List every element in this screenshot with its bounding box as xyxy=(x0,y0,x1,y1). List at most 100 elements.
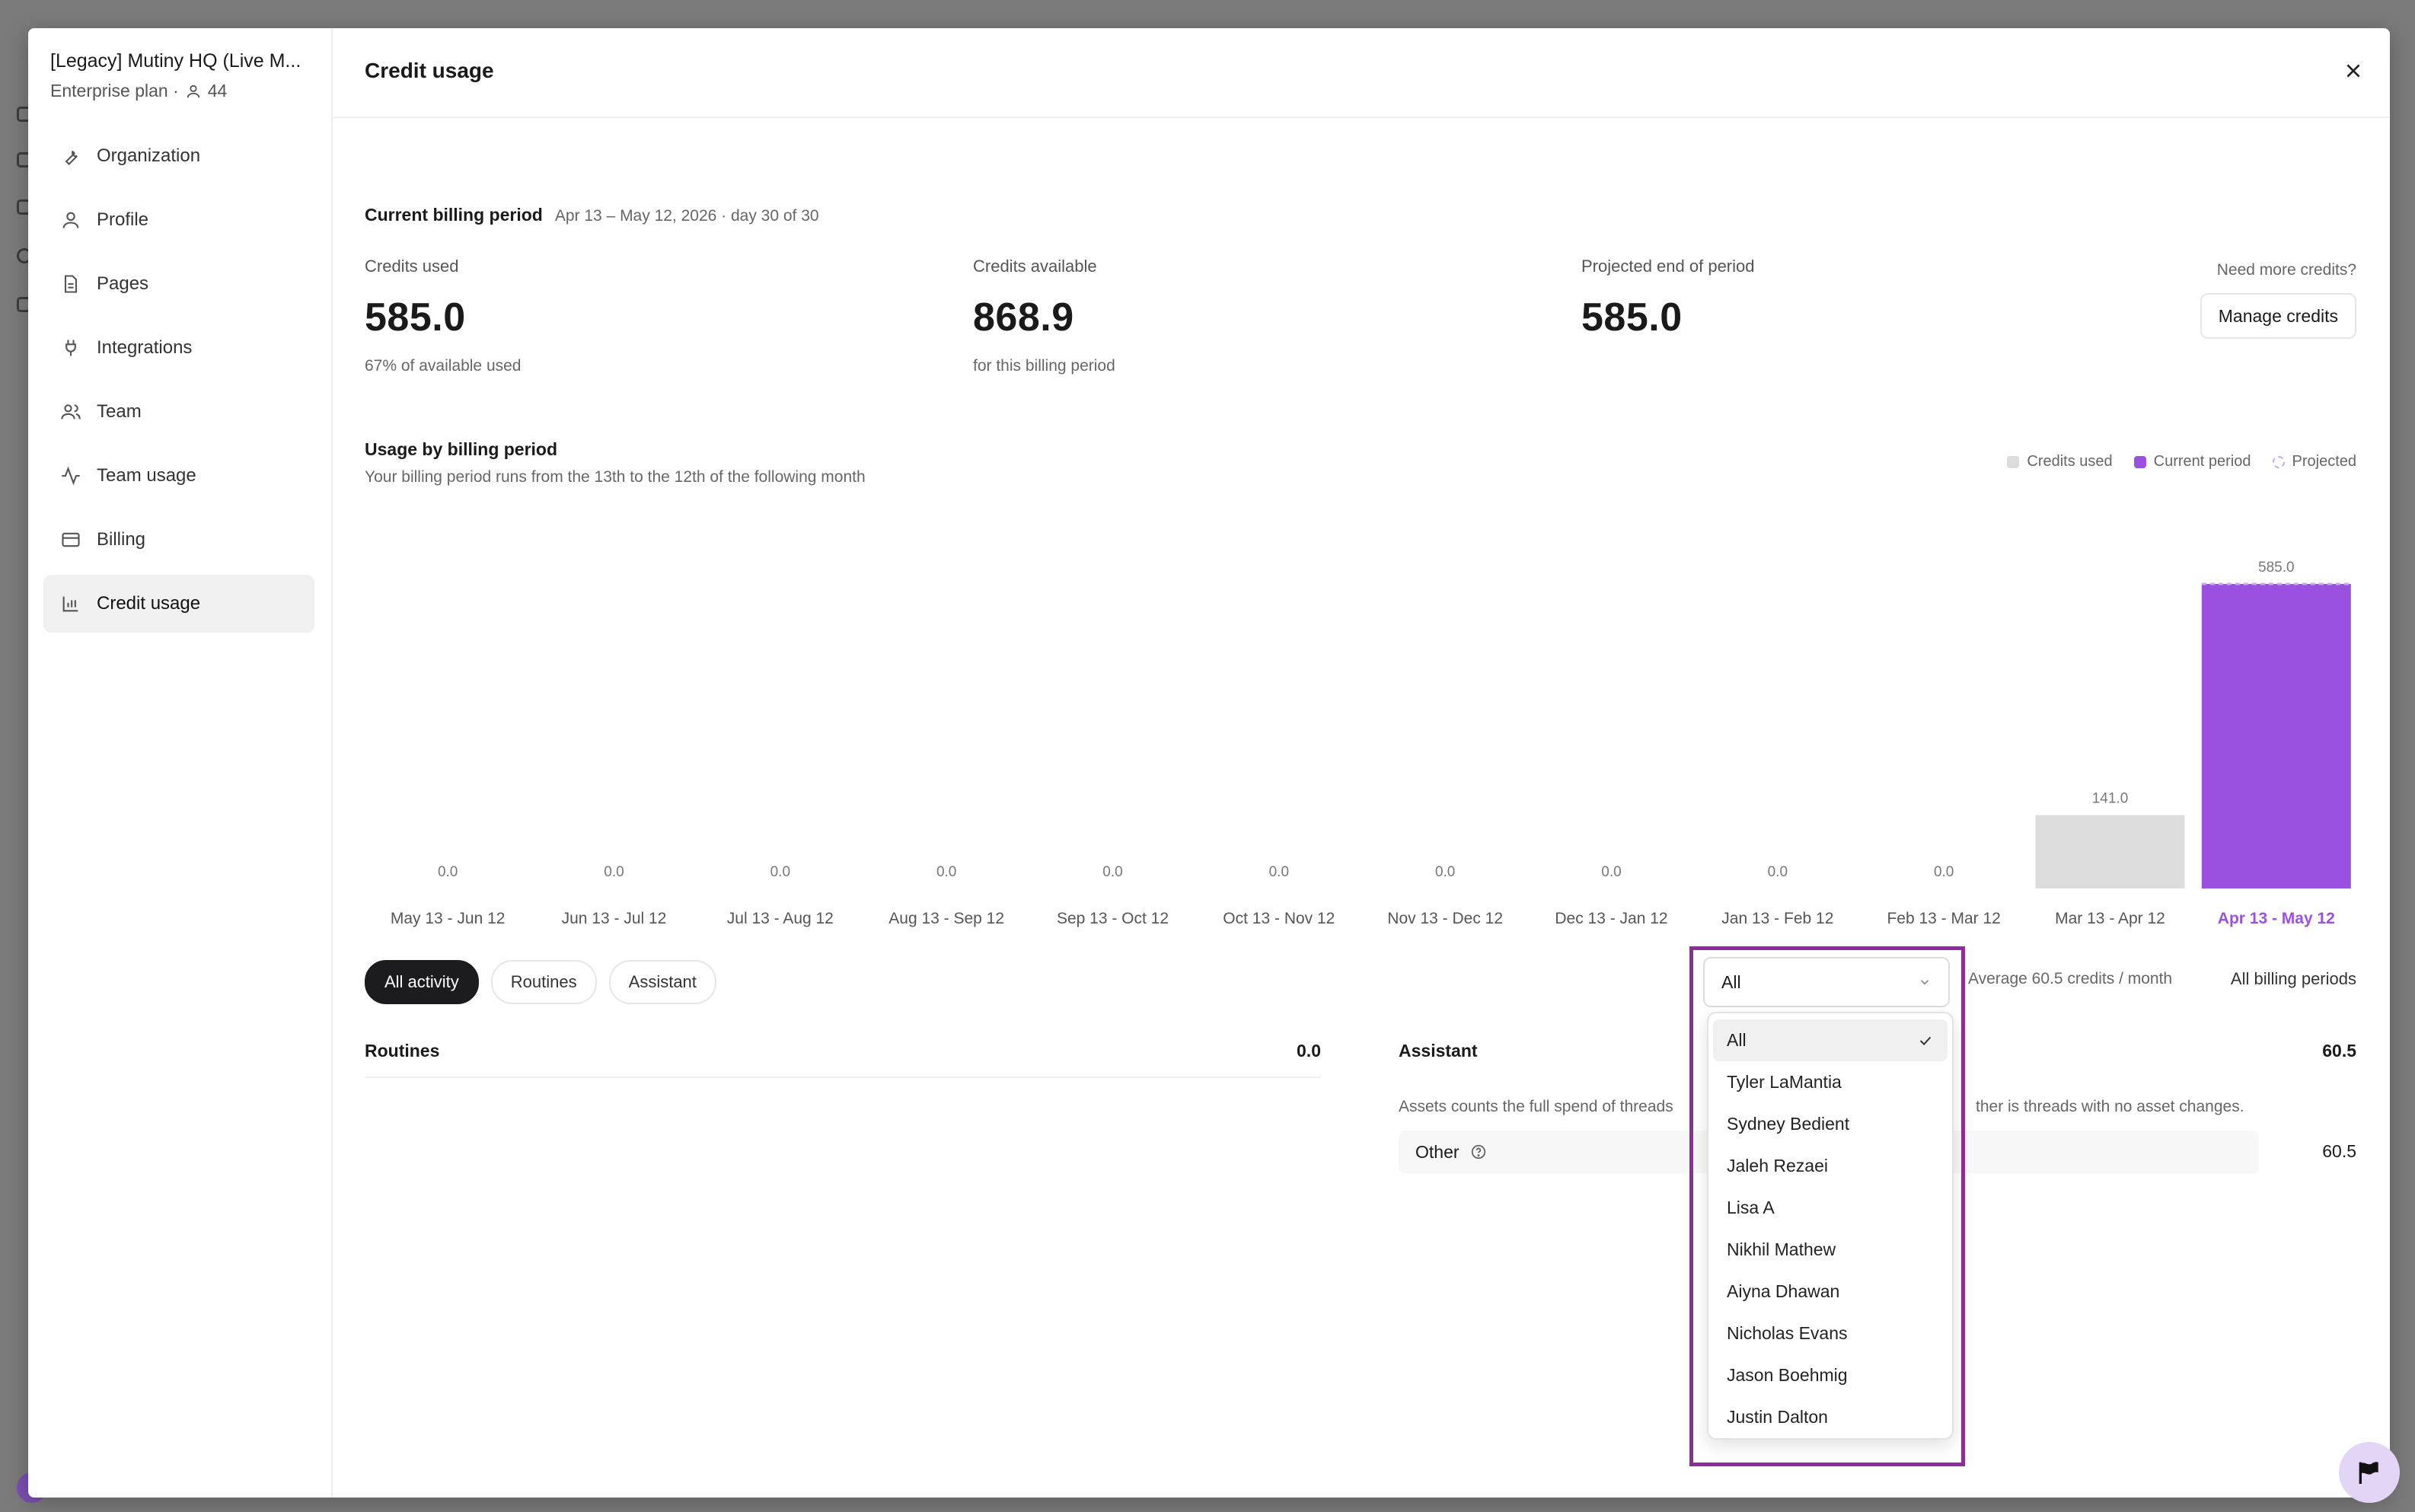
dropdown-option[interactable]: Sydney Bedient xyxy=(1713,1103,1948,1145)
value-label: 0.0 xyxy=(438,864,458,880)
sidebar-item-profile[interactable]: Profile xyxy=(43,191,314,249)
dropdown-option[interactable]: Tyler LaMantia xyxy=(1713,1061,1948,1103)
credits-used-stat: Credits used 585.0 67% of available used xyxy=(365,257,521,375)
x-tick-label: Feb 13 - Mar 12 xyxy=(1887,910,2000,927)
x-tick-label: Nov 13 - Dec 12 xyxy=(1387,910,1503,927)
sidebar-item-label: Pages xyxy=(97,273,149,294)
dropdown-option[interactable]: Nikhil Mathew xyxy=(1713,1229,1948,1271)
sidebar-item-billing[interactable]: Billing xyxy=(43,511,314,569)
modal-header: Credit usage xyxy=(331,28,2390,118)
x-tick-label: Dec 13 - Jan 12 xyxy=(1555,910,1667,927)
help-icon[interactable] xyxy=(1470,1144,1487,1160)
value-label: 0.0 xyxy=(1768,864,1788,880)
chart-legend: Credits used Current period Projected xyxy=(2007,453,2356,471)
credit-usage-modal: [Legacy] Mutiny HQ (Live M... Enterprise… xyxy=(28,28,2390,1498)
member-count: 44 xyxy=(207,81,228,100)
org-meta: Enterprise plan · 44 xyxy=(50,81,227,101)
average-credits: Average 60.5 credits / month xyxy=(1968,970,2173,987)
dropdown-option[interactable]: Aiyna Dhawan xyxy=(1713,1271,1948,1313)
option-label: Aiyna Dhawan xyxy=(1727,1281,1840,1301)
option-label: Justin Dalton xyxy=(1727,1407,1828,1427)
assistant-value: 60.5 xyxy=(2322,1041,2356,1061)
tab-all-activity[interactable]: All activity xyxy=(365,960,479,1004)
x-tick-label: Jun 13 - Jul 12 xyxy=(562,910,667,927)
usage-bar-chart: 0.0 May 13 - Jun 12 0.0 Jun 13 - Jul 12 0.0 J… xyxy=(391,560,2351,927)
user-icon xyxy=(187,85,199,97)
value-label: 0.0 xyxy=(936,864,956,880)
sidebar-item-team-usage[interactable]: Team usage xyxy=(43,447,314,505)
credits-available-stat: Credits available 868.9 for this billing… xyxy=(973,257,1115,375)
value-label: 0.0 xyxy=(1435,864,1455,880)
value-label: 585.0 xyxy=(2258,560,2295,576)
users-icon xyxy=(61,404,81,419)
option-label: Jason Boehmig xyxy=(1727,1365,1848,1385)
value-label: 0.0 xyxy=(1269,864,1289,880)
value-label: 0.0 xyxy=(1102,864,1122,880)
sidebar-item-credit-usage[interactable]: Credit usage xyxy=(43,575,314,633)
credit-card-icon xyxy=(62,532,80,547)
x-tick-label: Jan 13 - Feb 12 xyxy=(1721,910,1833,927)
check-icon xyxy=(1919,1036,1932,1045)
option-label: Lisa A xyxy=(1727,1198,1775,1217)
value-label: 0.0 xyxy=(1934,864,1954,880)
legend-swatch xyxy=(2272,455,2285,468)
assistant-label: Assistant xyxy=(1399,1041,1478,1061)
x-tick-label: Sep 13 - Oct 12 xyxy=(1057,910,1169,927)
bar-chart-icon xyxy=(62,596,78,612)
page-title: Credit usage xyxy=(365,59,494,82)
sidebar-item-organization[interactable]: Organization xyxy=(43,127,314,185)
routines-label: Routines xyxy=(365,1041,440,1061)
legend-label: Projected xyxy=(2292,453,2357,470)
settings-nav: Organization Profile Pages Integrations Team… xyxy=(43,127,314,639)
settings-sidebar: [Legacy] Mutiny HQ (Live M... Enterprise… xyxy=(28,28,333,1498)
file-icon xyxy=(64,275,78,293)
sidebar-item-label: Organization xyxy=(97,145,201,166)
dropdown-option[interactable]: Jaleh Rezaei xyxy=(1713,1145,1948,1187)
wrench-icon xyxy=(65,150,78,165)
billing-period-range: Apr 13 – May 12, 2026 · day 30 of 30 xyxy=(554,207,819,225)
value-label: 141.0 xyxy=(2092,791,2129,807)
chart-subtitle: Your billing period runs from the 13th t… xyxy=(365,468,866,486)
bar-10[interactable] xyxy=(2035,815,2185,888)
close-icon xyxy=(2346,64,2360,78)
all-billing-periods[interactable]: All billing periods xyxy=(2231,969,2356,989)
dropdown-option[interactable]: All xyxy=(1713,1019,1948,1061)
sidebar-item-team[interactable]: Team xyxy=(43,383,314,441)
activity-tabs: All activity Routines Assistant xyxy=(365,960,716,1004)
billing-period-label: Current billing period xyxy=(365,205,543,225)
dropdown-option[interactable]: Lisa A xyxy=(1713,1187,1948,1229)
sidebar-item-integrations[interactable]: Integrations xyxy=(43,319,314,377)
need-more-credits: Need more credits? xyxy=(2216,261,2356,279)
stat-caption: Projected end of period xyxy=(1581,257,1755,276)
bar-11[interactable] xyxy=(2201,584,2351,888)
chevron-down-icon xyxy=(1920,980,1929,985)
legend-projected: Projected xyxy=(2272,453,2357,471)
select-value: All xyxy=(1721,971,1741,992)
legend-current-period: Current period xyxy=(2133,453,2251,471)
dropdown-option[interactable]: Nicholas Evans xyxy=(1713,1313,1948,1354)
sidebar-item-label: Credit usage xyxy=(97,593,201,614)
stat-value: 868.9 xyxy=(973,295,1074,340)
routines-section-header: Routines 0.0 xyxy=(365,1041,1321,1078)
dropdown-option[interactable]: Justin Dalton xyxy=(1713,1396,1948,1438)
dropdown-option[interactable]: Jason Boehmig xyxy=(1713,1354,1948,1396)
option-label: Nicholas Evans xyxy=(1727,1323,1848,1343)
x-tick-label: Aug 13 - Sep 12 xyxy=(888,910,1004,927)
tab-assistant[interactable]: Assistant xyxy=(608,960,716,1004)
sidebar-item-label: Team xyxy=(97,401,142,422)
legend-swatch xyxy=(2007,455,2020,468)
feedback-button[interactable] xyxy=(2339,1442,2400,1503)
stat-note: for this billing period xyxy=(973,357,1115,375)
legend-label: Credits used xyxy=(2027,453,2113,470)
member-filter-select[interactable]: All xyxy=(1703,957,1950,1007)
user-icon xyxy=(62,212,79,228)
assistant-note: Assets counts the full spend of threads xyxy=(1399,1098,1673,1115)
x-tick-label: Jul 13 - Aug 12 xyxy=(727,910,834,927)
value-label: 0.0 xyxy=(1601,864,1621,880)
chart-title: Usage by billing period xyxy=(365,439,558,459)
close-button[interactable] xyxy=(2340,57,2367,85)
tab-routines[interactable]: Routines xyxy=(490,960,597,1004)
sidebar-item-pages[interactable]: Pages xyxy=(43,255,314,313)
org-name: [Legacy] Mutiny HQ (Live M... xyxy=(50,50,301,72)
manage-credits-button[interactable]: Manage credits xyxy=(2200,293,2356,339)
